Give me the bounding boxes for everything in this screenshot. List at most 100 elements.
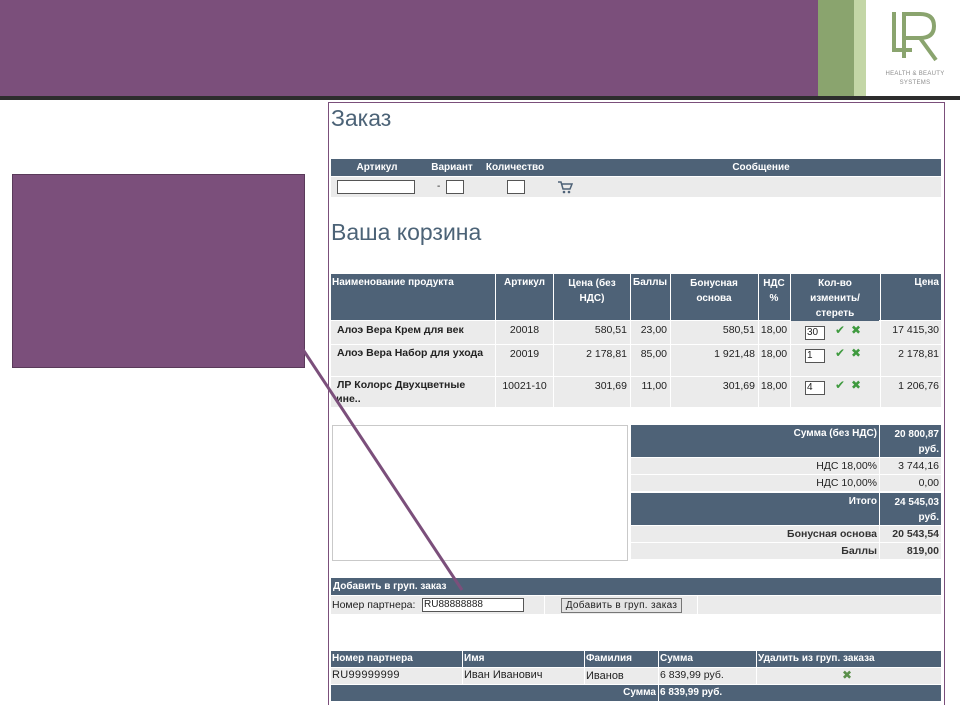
cart-row-vat: 18,00 [760,324,788,336]
check-icon[interactable]: ✔ [835,323,845,337]
cart-row-bonus: 1 921,48 [714,348,755,360]
partners-total-label: Сумма [331,685,656,701]
cart-col-qty-line1: Кол-во [818,278,852,289]
cart-col-name: Наименование продукта [332,276,494,289]
order-input-row [331,177,941,197]
summary-net-value: 20 800,87 руб. [881,427,939,457]
variant-input[interactable] [446,180,464,194]
cart-row-name-line2: .. [337,360,495,374]
article-input[interactable] [337,180,415,194]
cart-row-divider [880,321,881,407]
group-order-header: Добавить в груп. заказ [331,578,941,595]
summary-divider [879,425,880,457]
partners-col-sum: Сумма [660,651,754,667]
summary-bonus-label: Бонусная основа [787,528,877,540]
delete-x-icon[interactable]: ✖ [851,378,861,392]
cart-col-qty-line3: стереть [815,308,855,319]
partners-col-number: Номер партнера [332,651,460,667]
cart-header-divider [630,274,631,320]
cart-header-divider [670,274,671,320]
variant-dash: - [437,181,441,192]
quantity-input[interactable] [507,180,525,194]
cart-row-qty-input[interactable]: 4 [805,381,825,395]
partners-row-last-name: Иванов [586,670,624,682]
main-panel: Заказ Артикул Вариант Количество Сообщен… [328,102,945,705]
partner-number-label: Номер партнера: [332,599,416,611]
cart-row-price-net: 2 178,81 [586,348,627,360]
partners-divider [756,651,757,684]
cart-col-price-net-line2: НДС) [579,293,605,304]
order-title: Заказ [331,105,392,131]
cart-row-article: 10021-10 [502,380,547,392]
order-col-cart [551,159,579,176]
cart-header-divider [880,274,881,320]
group-order-divider [544,596,545,614]
partners-divider [462,651,463,684]
check-icon[interactable]: ✔ [835,346,845,360]
header-shadow [0,96,960,100]
cart-row-divider [495,321,496,407]
header-banner [0,0,818,96]
summary-total-label: Итого [631,495,877,508]
cart-col-price-net-line1: Цена (без [568,278,616,289]
cart-row-total: 17 415,30 [892,324,939,336]
partners-row-first-name: Иван Иванович [464,669,543,681]
summary-divider [879,458,880,491]
cart-row-name: Алоэ Вера Набор для ухода .. [337,346,495,374]
summary-net-label: Сумма (без НДС) [631,427,877,440]
cart-row-vat: 18,00 [760,380,788,392]
summary-divider [879,493,880,525]
cart-row-total: 1 206,76 [898,380,939,392]
cart-col-bonus-line1: Бонусная [690,278,738,289]
cart-row-price-net: 301,69 [594,380,627,392]
cart-row-divider [790,321,791,407]
summary-points-label: Баллы [841,545,877,557]
partners-row-number: RU99999999 [332,669,400,681]
cart-header-divider [495,274,496,320]
remove-partner-icon[interactable]: ✖ [842,668,852,682]
cart-col-article: Артикул [497,276,552,289]
cart-col-vat-line1: НДС [763,278,785,289]
cart-row-qty-input[interactable]: 1 [805,349,825,363]
check-icon[interactable]: ✔ [835,378,845,392]
delete-x-icon[interactable]: ✖ [851,346,861,360]
group-order-divider [697,596,698,614]
summary-vat10-value: 0,00 [918,477,939,489]
summary-total-value-line1: 24 545,03 [894,497,940,508]
cart-row-points: 11,00 [641,380,668,392]
summary-vat18-label: НДС 18,00% [816,460,877,472]
partners-divider [658,651,659,684]
partners-divider [584,651,585,684]
logo-tagline-line2: SYSTEMS [899,80,931,86]
cart-icon[interactable] [557,180,573,194]
delete-x-icon[interactable]: ✖ [851,323,861,337]
cart-col-points: Баллы [631,276,669,289]
cart-col-qty-line2: изменить/ [810,293,860,304]
partners-col-last-name: Фамилия [586,651,656,667]
partners-row-sum: 6 839,99 руб. [660,669,724,681]
logo-tagline: HEALTH & BEAUTY SYSTEMS [870,70,960,88]
cart-row-divider [758,321,759,407]
cart-row-divider [630,321,631,407]
cart-row-name: Алоэ Вера Крем для век [337,324,464,336]
cart-row-article: 20019 [509,348,540,360]
header-stripe-light-green [854,0,866,96]
cart-row-vat: 18,00 [760,348,788,360]
cart-row-qty-input[interactable]: 30 [805,326,825,340]
cart-row-name: ЛР Колорс Двухцветные тине.. [337,378,495,406]
cart-row-name-line2: тине.. [337,393,361,405]
add-to-group-order-button[interactable]: Добавить в груп. заказ [561,598,682,613]
cart-header-divider [553,274,554,320]
order-col-quantity: Количество [481,159,549,176]
summary-vat18-value: 3 744,16 [898,460,939,472]
summary-total-value: 24 545,03 руб. [881,495,939,525]
cart-row-name-line1: ЛР Колорс Двухцветные [337,379,466,391]
cart-col-bonus-line2: основа [696,293,732,304]
summary-net-value-line1: 20 800,87 [894,429,940,440]
summary-divider [879,526,880,559]
partner-number-input[interactable]: RU88888888 [422,598,524,612]
cart-header-divider [790,274,791,320]
cart-row-points: 85,00 [640,348,667,360]
logo-tagline-line1: HEALTH & BEAUTY [885,71,945,77]
message-area[interactable] [332,425,628,561]
